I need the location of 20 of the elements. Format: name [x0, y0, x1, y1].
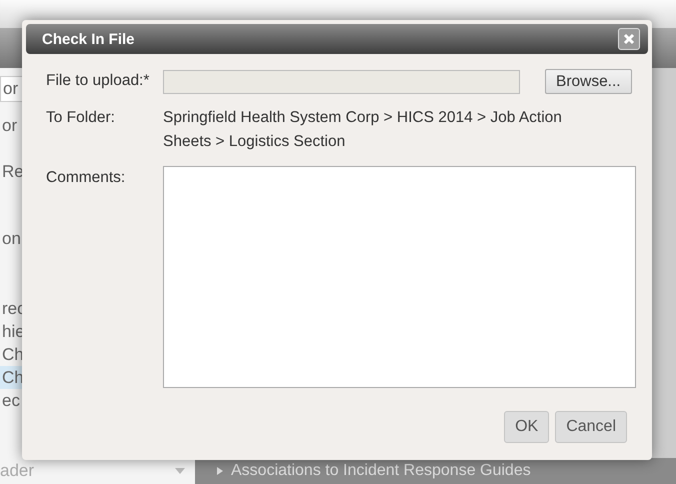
comments-field[interactable] — [163, 166, 636, 388]
tree-item[interactable]: ec — [0, 389, 20, 412]
tree-item[interactable]: Ch — [0, 366, 24, 389]
ok-button[interactable]: OK — [504, 411, 550, 443]
dialog-title: Check In File — [42, 30, 135, 48]
field-label: To Folder: — [46, 108, 116, 128]
file-input-field[interactable] — [163, 70, 520, 94]
cancel-button[interactable]: Cancel — [555, 411, 627, 443]
caret-icon — [175, 468, 185, 474]
close-button[interactable] — [618, 28, 640, 50]
browse-button[interactable]: Browse... — [545, 69, 632, 94]
tree-item[interactable]: Re — [0, 160, 24, 227]
tree-item[interactable]: on — [0, 227, 21, 297]
folder-path: Springfield Health System Corp > HICS 2014 > Job Action Sheets > Logistics Section — [163, 108, 563, 152]
tree-item-label: Associations to Incident Response Guides — [231, 462, 531, 480]
tree-item[interactable]: Ch — [0, 343, 24, 366]
field-label: File to upload:* — [46, 71, 150, 91]
close-icon — [623, 33, 635, 45]
field-label: Comments: — [46, 168, 126, 188]
tree-item[interactable]: or — [0, 114, 18, 160]
